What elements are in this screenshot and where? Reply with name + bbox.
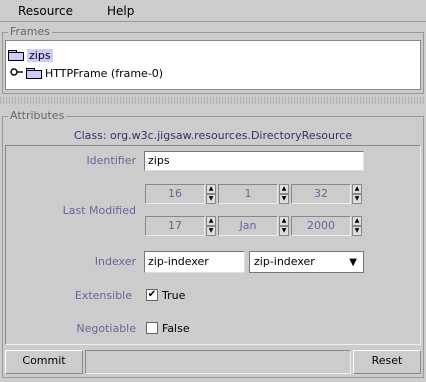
second-spinner[interactable]: ▲ ▼ xyxy=(352,184,362,204)
minute-field[interactable]: 1 xyxy=(218,184,278,204)
spin-up-icon[interactable]: ▲ xyxy=(206,216,216,226)
chevron-down-icon: ▼ xyxy=(349,257,357,268)
month-field[interactable]: Jan xyxy=(218,216,278,236)
menu-help[interactable]: Help xyxy=(107,4,134,18)
commit-button[interactable]: Commit xyxy=(5,350,83,374)
second-field[interactable]: 32 xyxy=(291,184,351,204)
hour-field[interactable]: 16 xyxy=(145,184,205,204)
spin-up-icon[interactable]: ▲ xyxy=(352,184,362,194)
hour-spinner[interactable]: ▲ ▼ xyxy=(206,184,216,204)
tree-handle-icon[interactable] xyxy=(10,67,23,80)
negotiable-label: Negotiable xyxy=(76,322,136,335)
indexer-label: Indexer xyxy=(94,255,136,268)
spin-down-icon[interactable]: ▼ xyxy=(206,194,216,204)
spin-up-icon[interactable]: ▲ xyxy=(279,184,289,194)
class-name-label: Class: org.w3c.jigsaw.resources.Director… xyxy=(73,129,353,142)
identifier-input[interactable]: zips xyxy=(144,151,364,171)
negotiable-checkbox[interactable] xyxy=(146,322,158,334)
indexer-select[interactable]: zip-indexer ▼ xyxy=(249,251,364,273)
spin-down-icon[interactable]: ▼ xyxy=(279,226,289,236)
spin-down-icon[interactable]: ▼ xyxy=(279,194,289,204)
extensible-label: Extensible xyxy=(74,289,132,302)
day-spinner[interactable]: ▲ ▼ xyxy=(206,216,216,236)
folder-icon xyxy=(8,49,24,61)
attributes-title: Attributes xyxy=(8,109,67,122)
day-field[interactable]: 17 xyxy=(145,216,205,236)
reset-button[interactable]: Reset xyxy=(353,350,421,374)
spin-up-icon[interactable]: ▲ xyxy=(352,216,362,226)
splitter-handle[interactable] xyxy=(0,97,426,104)
attributes-form xyxy=(5,145,421,345)
extensible-value: True xyxy=(162,289,186,302)
year-spinner[interactable]: ▲ ▼ xyxy=(352,216,362,236)
folder-icon xyxy=(26,67,42,79)
tree-node-label: zips xyxy=(27,48,53,62)
year-field[interactable]: 2000 xyxy=(291,216,351,236)
menu-resource[interactable]: Resource xyxy=(18,4,73,18)
tree-node-label: HTTPFrame (frame-0) xyxy=(45,66,164,80)
tree-node-child[interactable]: HTTPFrame (frame-0) xyxy=(10,65,163,81)
tree-node-root[interactable]: zips xyxy=(8,47,53,63)
minute-spinner[interactable]: ▲ ▼ xyxy=(279,184,289,204)
spin-down-icon[interactable]: ▼ xyxy=(352,194,362,204)
last-modified-label: Last Modified xyxy=(62,204,136,217)
identifier-label: Identifier xyxy=(86,154,136,167)
spin-down-icon[interactable]: ▼ xyxy=(352,226,362,236)
spin-up-icon[interactable]: ▲ xyxy=(279,216,289,226)
status-field xyxy=(85,350,351,374)
spin-down-icon[interactable]: ▼ xyxy=(206,226,216,236)
spin-up-icon[interactable]: ▲ xyxy=(206,184,216,194)
menu-bar: Resource Help xyxy=(0,0,426,22)
extensible-checkbox[interactable]: ✔ xyxy=(146,289,158,301)
indexer-select-value: zip-indexer xyxy=(254,255,315,268)
negotiable-value: False xyxy=(162,322,190,335)
month-spinner[interactable]: ▲ ▼ xyxy=(279,216,289,236)
frames-title: Frames xyxy=(8,25,53,38)
indexer-input[interactable]: zip-indexer xyxy=(144,251,245,273)
